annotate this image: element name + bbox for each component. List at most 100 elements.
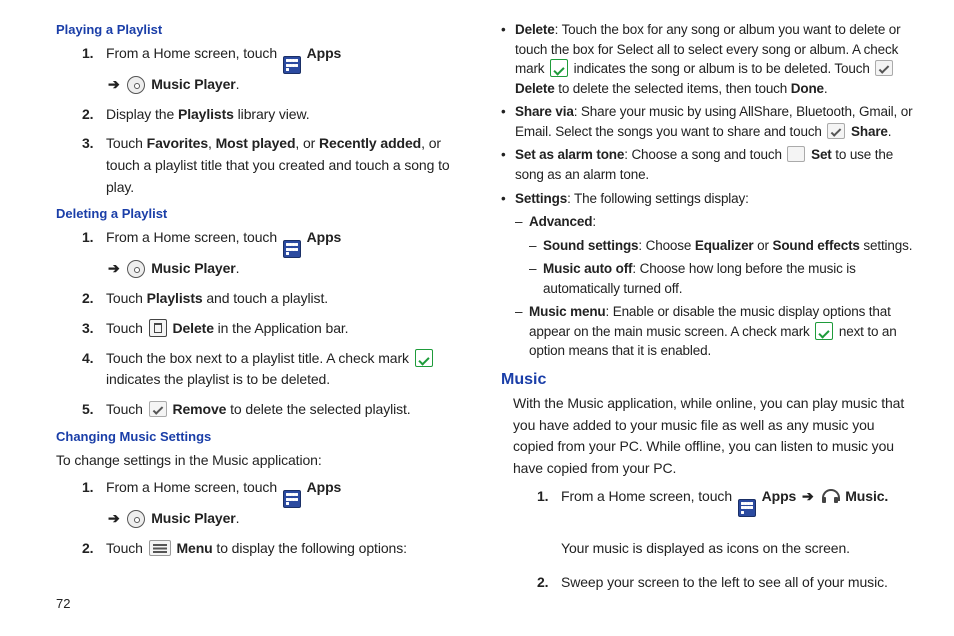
bold-text: Settings [515, 191, 567, 206]
step-1: 1. From a Home screen, touch Apps ➔ Musi… [82, 477, 453, 530]
bold-text: Playlists [178, 106, 234, 122]
apps-label: Apps [307, 229, 342, 245]
apps-label: Apps [307, 45, 342, 61]
bold-text: Done [791, 81, 824, 96]
document-page: Playing a Playlist 1. From a Home screen… [0, 0, 954, 620]
bold-text: Recently added [319, 135, 421, 151]
step-text: Touch Delete in the Application bar. [106, 318, 453, 340]
text: : Choose a song and touch [624, 147, 782, 162]
step-text: Touch Favorites, Most played, or Recentl… [106, 133, 453, 198]
step-number: 2. [82, 104, 106, 126]
period: . [236, 510, 240, 526]
text: , [208, 135, 212, 151]
arrow-icon: ➔ [108, 260, 120, 276]
text: Touch [106, 320, 143, 336]
text: or [757, 238, 769, 253]
step-text: From a Home screen, touch Apps ➔ Music P… [106, 227, 453, 280]
bold-text: Music menu [529, 304, 606, 319]
text: library view. [238, 106, 310, 122]
text: to delete the selected items, then touch [558, 81, 787, 96]
section-title-music: Music [501, 371, 916, 389]
right-column: • Delete: Touch the box for any song or … [477, 18, 916, 602]
apps-icon [738, 499, 756, 517]
step-text: Touch the box next to a playlist title. … [106, 348, 453, 391]
bullet-marker: • [501, 189, 515, 209]
check-button-icon [827, 123, 845, 139]
apps-icon [283, 240, 301, 258]
music-player-label: Music Player [151, 76, 235, 92]
check-button-icon [875, 60, 893, 76]
text: Touch [106, 401, 143, 417]
check-button-icon [149, 401, 167, 417]
music-player-label: Music Player [151, 510, 235, 526]
dash-marker: – [515, 212, 529, 232]
text: : The following settings display: [567, 191, 749, 206]
apps-label: Apps [307, 479, 342, 495]
text: From a Home screen, touch [106, 229, 277, 245]
step-number: 3. [82, 318, 106, 340]
text: From a Home screen, touch [106, 45, 277, 61]
text: . [888, 124, 892, 139]
steps-deleting: 1. From a Home screen, touch Apps ➔ Musi… [82, 227, 453, 420]
step-text: From a Home screen, touch Apps ➔ Music. … [561, 486, 916, 560]
bold-text: Favorites [147, 135, 208, 151]
bullet-share: • Share via: Share your music by using A… [501, 102, 916, 141]
step-2: 2. Touch Playlists and touch a playlist. [82, 288, 453, 310]
step-number: 3. [82, 133, 106, 198]
step-number: 4. [82, 348, 106, 391]
music-intro-text: With the Music application, while online… [513, 393, 916, 480]
step-number: 1. [82, 43, 106, 96]
music-player-label: Music Player [151, 260, 235, 276]
left-column: Playing a Playlist 1. From a Home screen… [38, 18, 477, 602]
dash-marker: – [529, 236, 543, 256]
bullet-body: Delete: Touch the box for any song or al… [515, 20, 916, 98]
step-3: 3. Touch Favorites, Most played, or Rece… [82, 133, 453, 198]
step-number: 2. [82, 288, 106, 310]
bullet-body: Set as alarm tone: Choose a song and tou… [515, 145, 916, 184]
bullet-advanced: – Advanced: [515, 212, 916, 232]
dash-marker: – [515, 302, 529, 361]
bold-text: Equalizer [695, 238, 754, 253]
bold-text: Advanced [529, 214, 592, 229]
bullet-body: Advanced: [529, 212, 916, 232]
step-number: 1. [82, 477, 106, 530]
bullet-alarm: • Set as alarm tone: Choose a song and t… [501, 145, 916, 184]
text: : Choose [638, 238, 691, 253]
step-text: From a Home screen, touch Apps ➔ Music P… [106, 43, 453, 96]
step-number: 5. [82, 399, 106, 421]
bold-text: Remove [172, 401, 226, 417]
step-text: Touch Menu to display the following opti… [106, 538, 453, 560]
bold-text: Delete [515, 81, 555, 96]
text: Touch [106, 540, 143, 556]
arrow-icon: ➔ [802, 488, 814, 504]
bold-text: Sound effects [772, 238, 859, 253]
step-number: 2. [82, 538, 106, 560]
text: From a Home screen, touch [561, 488, 732, 504]
apps-label: Apps [762, 488, 797, 504]
text: : [592, 214, 596, 229]
step-text: From a Home screen, touch Apps ➔ Music P… [106, 477, 453, 530]
text: Your music is displayed as icons on the … [561, 540, 850, 556]
text: Display the [106, 106, 174, 122]
step-text: Display the Playlists library view. [106, 104, 453, 126]
heading-deleting-playlist: Deleting a Playlist [56, 206, 453, 221]
text: From a Home screen, touch [106, 479, 277, 495]
bullet-body: Share via: Share your music by using All… [515, 102, 916, 141]
text: settings. [863, 238, 912, 253]
arrow-icon: ➔ [108, 510, 120, 526]
bold-text: Delete [515, 22, 555, 37]
bullet-marker: • [501, 145, 515, 184]
period: . [236, 260, 240, 276]
step-1: 1. From a Home screen, touch Apps ➔ Musi… [82, 43, 453, 96]
bullet-marker: • [501, 20, 515, 98]
checkmark-icon [815, 322, 833, 340]
checkbox-icon [787, 146, 805, 162]
step-number: 2. [537, 572, 561, 594]
text: and touch a playlist. [206, 290, 328, 306]
apps-icon [283, 56, 301, 74]
text: indicates the song or album is to be del… [574, 61, 870, 76]
bold-text: Share via [515, 104, 574, 119]
bullet-body: Music menu: Enable or disable the music … [529, 302, 916, 361]
step-number: 1. [537, 486, 561, 560]
music-player-icon [127, 260, 145, 278]
